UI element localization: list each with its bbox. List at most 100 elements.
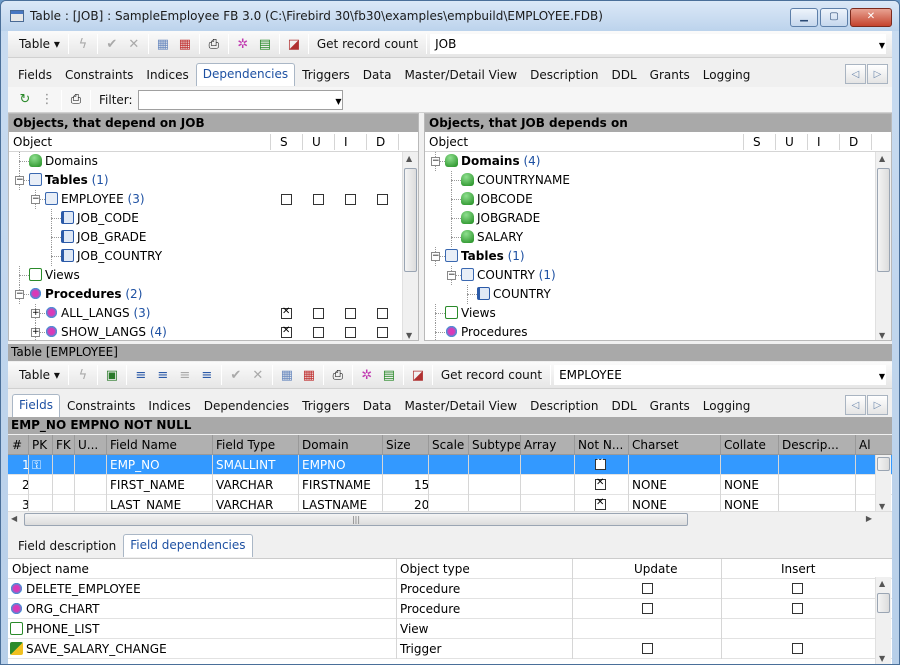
column-header[interactable]: Charset	[632, 438, 679, 452]
tab-constraints[interactable]: Constraints	[59, 65, 139, 86]
maximize-button[interactable]: ▢	[820, 8, 848, 27]
fields-horizontal-scrollbar[interactable]: ◀ ||| ▶	[8, 511, 892, 527]
tree-node[interactable]: − Tables (1)	[9, 171, 418, 190]
column-header[interactable]: PK	[32, 438, 47, 452]
tab-logging[interactable]: Logging	[697, 65, 757, 86]
scroll-thumb[interactable]	[877, 168, 890, 272]
column-header[interactable]: Scale	[432, 438, 464, 452]
object-name-combo[interactable]: JOB ▼	[430, 34, 886, 54]
column-header[interactable]: Insert	[781, 562, 815, 576]
print-icon[interactable]: ⎙	[327, 365, 349, 386]
tree-node[interactable]: JOBGRADE	[425, 209, 891, 228]
tab-ddl[interactable]: DDL	[605, 396, 642, 417]
list-item[interactable]: ORG_CHART Procedure	[8, 599, 892, 619]
tab-scroll-right-icon[interactable]: ▷	[867, 64, 888, 84]
permission-checkbox[interactable]	[281, 306, 292, 319]
permission-checkbox[interactable]	[377, 327, 388, 338]
tree-node[interactable]: + SHOW_LANGS (4)	[9, 323, 418, 340]
permission-checkbox[interactable]	[313, 327, 324, 338]
column-header[interactable]: Update	[634, 562, 677, 576]
column-header-i[interactable]: I	[344, 135, 348, 149]
minimize-button[interactable]: ▁	[790, 8, 818, 27]
tab-scroll-right-icon[interactable]: ▷	[867, 395, 888, 415]
get-record-count-button[interactable]: Get record count	[312, 34, 423, 55]
tab-field-dependencies[interactable]: Field dependencies	[123, 534, 253, 557]
permission-checkbox[interactable]	[345, 327, 356, 338]
tree-node[interactable]: JOB_COUNTRY	[9, 247, 418, 266]
tree-node[interactable]: + ALL_LANGS (3)	[9, 304, 418, 323]
tab-triggers[interactable]: Triggers	[296, 65, 356, 86]
column-header[interactable]: Descrip...	[782, 438, 839, 452]
rollback-x-icon[interactable]: ✕	[247, 365, 269, 386]
lower-table-menu-button[interactable]: Table ▾	[14, 365, 65, 386]
table-row[interactable]: 2 FIRST_NAME VARCHAR FIRSTNAME 15 NONE NONE	[8, 475, 892, 495]
list-item[interactable]: SAVE_SALARY_CHANGE Trigger	[8, 639, 892, 659]
not-null-checkbox[interactable]	[595, 477, 606, 490]
tree-node[interactable]: Views	[425, 304, 891, 323]
tab-grants[interactable]: Grants	[644, 396, 696, 417]
update-checkbox[interactable]	[642, 603, 653, 614]
tree-node[interactable]: COUNTRYNAME	[425, 171, 891, 190]
not-null-checkbox[interactable]	[595, 497, 606, 510]
permission-checkbox[interactable]	[281, 325, 292, 338]
tab-master-detail-view[interactable]: Master/Detail View	[398, 65, 523, 86]
eraser-icon[interactable]: ◪	[283, 34, 305, 55]
permission-checkbox[interactable]	[377, 194, 388, 205]
column-header-object[interactable]: Object	[13, 135, 52, 149]
insert-checkbox[interactable]	[792, 583, 803, 594]
tree-node[interactable]: Views	[9, 266, 418, 285]
lower-object-name-combo[interactable]: EMPLOYEE ▼	[554, 365, 886, 385]
tree-node[interactable]: − Domains (4)	[425, 152, 891, 171]
collapse-icon[interactable]: −	[15, 290, 24, 299]
list-item[interactable]: DELETE_EMPLOYEE Procedure	[8, 579, 892, 599]
column-header[interactable]: Collate	[724, 438, 766, 452]
commit-check-icon[interactable]: ✔	[101, 34, 123, 55]
tree-node[interactable]: − COUNTRY (1)	[425, 266, 891, 285]
expand-icon[interactable]: +	[31, 309, 40, 318]
not-null-checkbox[interactable]	[595, 457, 606, 470]
tree-node[interactable]: − Procedures (2)	[9, 285, 418, 304]
tab-constraints[interactable]: Constraints	[61, 396, 141, 417]
grid-icon[interactable]: ▦	[276, 365, 298, 386]
tree-node[interactable]: JOBCODE	[425, 190, 891, 209]
close-button[interactable]: ✕	[850, 8, 892, 27]
eraser-icon[interactable]: ◪	[407, 365, 429, 386]
column-header[interactable]: Array	[524, 438, 556, 452]
tab-dependencies[interactable]: Dependencies	[195, 63, 296, 86]
column-header[interactable]: Domain	[302, 438, 349, 452]
calendar-icon[interactable]: ▦	[174, 34, 196, 55]
column-header[interactable]: Field Type	[216, 438, 275, 452]
move-down-icon[interactable]: ≡	[196, 365, 218, 386]
update-checkbox[interactable]	[642, 643, 653, 654]
expand-icon[interactable]: +	[31, 328, 40, 337]
column-header-s[interactable]: S	[753, 135, 761, 149]
scroll-thumb[interactable]	[877, 457, 890, 471]
fields-vertical-scrollbar[interactable]: ▼	[875, 455, 891, 511]
tab-indices[interactable]: Indices	[142, 396, 196, 417]
table-menu-button[interactable]: Table ▾	[14, 34, 65, 55]
tree-node[interactable]: SALARY	[425, 228, 891, 247]
lightning-icon[interactable]: ϟ	[72, 365, 94, 386]
column-header[interactable]: Object type	[400, 562, 470, 576]
permission-checkbox[interactable]	[313, 194, 324, 205]
column-header[interactable]: U...	[78, 438, 98, 452]
left-vertical-scrollbar[interactable]: ▲ ▼	[402, 152, 418, 340]
insert-checkbox[interactable]	[792, 643, 803, 654]
tab-master-detail-view[interactable]: Master/Detail View	[398, 396, 523, 417]
tab-indices[interactable]: Indices	[140, 65, 194, 86]
tree-node[interactable]: COUNTRY	[425, 285, 891, 304]
collapse-icon[interactable]: −	[431, 157, 440, 166]
move-up-icon[interactable]: ≡	[174, 365, 196, 386]
print-icon[interactable]: ⎙	[65, 89, 87, 110]
column-header[interactable]: #	[12, 438, 22, 452]
tree-node[interactable]: JOB_CODE	[9, 209, 418, 228]
collapse-icon[interactable]: −	[31, 195, 40, 204]
lower-get-record-count-button[interactable]: Get record count	[436, 365, 547, 386]
dependencies-vertical-scrollbar[interactable]: ▲ ▼	[875, 577, 891, 664]
gear-icon[interactable]: ✲	[232, 34, 254, 55]
tab-logging[interactable]: Logging	[697, 396, 757, 417]
edit-field-icon[interactable]: ▣	[101, 365, 123, 386]
insert-field-icon[interactable]: ≡	[152, 365, 174, 386]
horizontal-scroll-thumb[interactable]: |||	[24, 513, 688, 526]
tree-node[interactable]: Domains	[9, 152, 418, 171]
